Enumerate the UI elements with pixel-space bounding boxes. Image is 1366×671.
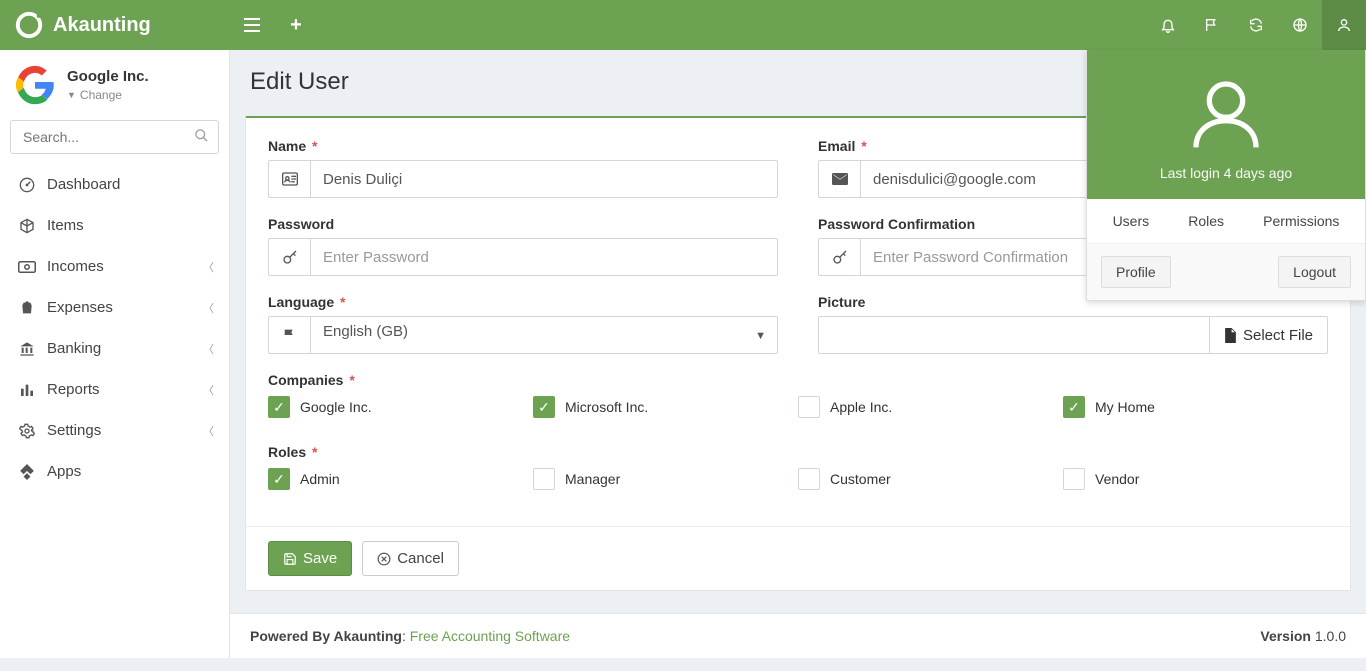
globe-icon bbox=[1292, 17, 1308, 33]
logo-icon bbox=[15, 11, 43, 39]
picture-path bbox=[818, 316, 1210, 354]
company-logo-icon bbox=[15, 65, 55, 105]
refresh-icon bbox=[1248, 17, 1264, 33]
menu-icon bbox=[15, 341, 39, 357]
chevron-left-icon: 〈 bbox=[203, 341, 214, 357]
search-input[interactable] bbox=[10, 120, 219, 154]
bell-icon bbox=[1160, 17, 1176, 33]
user-avatar-icon bbox=[1186, 74, 1266, 154]
companies-label: Companies * bbox=[268, 372, 1328, 388]
company-checkbox-microsoft-inc-[interactable]: ✓Microsoft Inc. bbox=[533, 396, 798, 418]
chevron-left-icon: 〈 bbox=[203, 300, 214, 316]
permissions-link[interactable]: Permissions bbox=[1263, 213, 1339, 229]
menu-icon bbox=[15, 464, 39, 480]
role-checkbox-manager[interactable]: Manager bbox=[533, 468, 798, 490]
add-button[interactable]: + bbox=[274, 0, 318, 50]
key-icon bbox=[268, 238, 310, 276]
password-label: Password bbox=[268, 216, 778, 232]
topbar: Akaunting + bbox=[0, 0, 1366, 50]
last-login-text: Last login 4 days ago bbox=[1097, 165, 1355, 181]
language-select[interactable]: English (GB) bbox=[310, 316, 778, 354]
flag-icon bbox=[1204, 17, 1220, 33]
brand[interactable]: Akaunting bbox=[0, 0, 230, 50]
select-file-button[interactable]: Select File bbox=[1210, 316, 1328, 354]
search-icon[interactable] bbox=[194, 128, 209, 146]
flag-button[interactable] bbox=[1190, 0, 1234, 50]
sidebar-item-settings[interactable]: Settings〈 bbox=[0, 410, 229, 451]
role-checkbox-vendor[interactable]: Vendor bbox=[1063, 468, 1328, 490]
id-card-icon bbox=[268, 160, 310, 198]
footer-link[interactable]: Free Accounting Software bbox=[410, 628, 570, 644]
company-checkbox-my-home[interactable]: ✓My Home bbox=[1063, 396, 1328, 418]
chevron-left-icon: 〈 bbox=[203, 382, 214, 398]
company-checkbox-apple-inc-[interactable]: Apple Inc. bbox=[798, 396, 1063, 418]
checkbox-icon bbox=[1063, 468, 1085, 490]
save-button[interactable]: Save bbox=[268, 541, 352, 576]
cancel-icon bbox=[377, 552, 391, 566]
refresh-button[interactable] bbox=[1234, 0, 1278, 50]
checkbox-icon bbox=[533, 468, 555, 490]
file-icon bbox=[1224, 328, 1237, 343]
brand-text: Akaunting bbox=[53, 14, 151, 37]
language-label: Language * bbox=[268, 294, 778, 310]
users-link[interactable]: Users bbox=[1113, 213, 1150, 229]
role-checkbox-customer[interactable]: Customer bbox=[798, 468, 1063, 490]
sidebar-item-apps[interactable]: Apps bbox=[0, 451, 229, 492]
plus-icon: + bbox=[290, 14, 302, 37]
envelope-icon bbox=[818, 160, 860, 198]
sidebar-item-incomes[interactable]: Incomes〈 bbox=[0, 246, 229, 287]
profile-button[interactable]: Profile bbox=[1101, 256, 1171, 288]
footer: Powered By Akaunting: Free Accounting So… bbox=[230, 613, 1366, 658]
checkbox-icon: ✓ bbox=[533, 396, 555, 418]
menu-icon bbox=[15, 382, 39, 398]
name-label: Name * bbox=[268, 138, 778, 154]
checkbox-icon bbox=[798, 468, 820, 490]
caret-down-icon: ▼ bbox=[67, 90, 76, 100]
company-checkbox-google-inc-[interactable]: ✓Google Inc. bbox=[268, 396, 533, 418]
sidebar-item-dashboard[interactable]: Dashboard bbox=[0, 164, 229, 205]
sidebar-item-banking[interactable]: Banking〈 bbox=[0, 328, 229, 369]
sidebar: Google Inc. ▼Change DashboardItemsIncome… bbox=[0, 50, 230, 658]
user-icon bbox=[1336, 17, 1352, 33]
nav-right bbox=[1146, 0, 1366, 50]
company-selector[interactable]: Google Inc. ▼Change bbox=[0, 50, 229, 120]
flag-icon bbox=[268, 316, 310, 354]
chevron-left-icon: 〈 bbox=[203, 423, 214, 439]
role-checkbox-admin[interactable]: ✓Admin bbox=[268, 468, 533, 490]
sidebar-item-items[interactable]: Items bbox=[0, 205, 229, 246]
menu-toggle-button[interactable] bbox=[230, 0, 274, 50]
key-icon bbox=[818, 238, 860, 276]
checkbox-icon bbox=[798, 396, 820, 418]
roles-link[interactable]: Roles bbox=[1188, 213, 1224, 229]
user-button[interactable] bbox=[1322, 0, 1366, 50]
sidebar-item-reports[interactable]: Reports〈 bbox=[0, 369, 229, 410]
cancel-button[interactable]: Cancel bbox=[362, 541, 459, 576]
menu-icon bbox=[15, 260, 39, 274]
logout-button[interactable]: Logout bbox=[1278, 256, 1351, 288]
chevron-left-icon: 〈 bbox=[203, 259, 214, 275]
menu-icon bbox=[15, 218, 39, 234]
hamburger-icon bbox=[244, 18, 260, 32]
user-dropdown: Last login 4 days ago Users Roles Permis… bbox=[1086, 50, 1366, 301]
checkbox-icon: ✓ bbox=[268, 468, 290, 490]
sidebar-menu: DashboardItemsIncomes〈Expenses〈Banking〈R… bbox=[0, 164, 229, 492]
company-change[interactable]: ▼Change bbox=[67, 88, 122, 102]
checkbox-icon: ✓ bbox=[268, 396, 290, 418]
save-icon bbox=[283, 552, 297, 566]
search-box bbox=[10, 120, 219, 154]
sidebar-item-expenses[interactable]: Expenses〈 bbox=[0, 287, 229, 328]
globe-button[interactable] bbox=[1278, 0, 1322, 50]
menu-icon bbox=[15, 177, 39, 193]
checkbox-icon: ✓ bbox=[1063, 396, 1085, 418]
nav-left: + bbox=[230, 0, 318, 50]
name-input[interactable] bbox=[310, 160, 778, 198]
company-name: Google Inc. bbox=[67, 68, 149, 85]
menu-icon bbox=[15, 300, 39, 316]
menu-icon bbox=[15, 423, 39, 439]
notifications-button[interactable] bbox=[1146, 0, 1190, 50]
roles-label: Roles * bbox=[268, 444, 1328, 460]
password-input[interactable] bbox=[310, 238, 778, 276]
powered-by: Powered By Akaunting bbox=[250, 628, 402, 644]
